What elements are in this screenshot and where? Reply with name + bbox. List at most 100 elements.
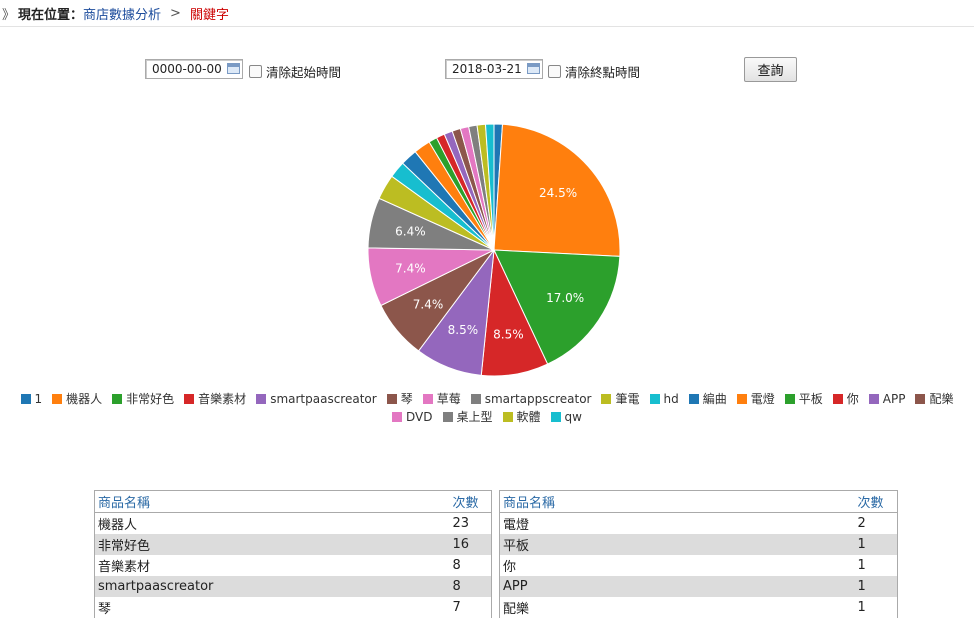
- legend-swatch: [502, 411, 513, 422]
- legend-item[interactable]: 軟體: [502, 408, 541, 425]
- product-name-cell: 琴: [98, 602, 112, 617]
- legend-label: smartappscreator: [484, 391, 592, 406]
- legend-item[interactable]: qw: [550, 408, 582, 425]
- legend-swatch: [392, 411, 403, 422]
- product-name-cell: 平板: [499, 534, 855, 555]
- legend-item[interactable]: smartpaascreator: [256, 390, 377, 407]
- chart-legend: 1 機器人 非常好色 音樂素材 smartpaascreator 琴 草莓 smartapps…: [10, 390, 964, 407]
- legend-label: 電燈: [750, 392, 775, 406]
- count-cell: 1: [857, 558, 866, 573]
- table-row: 你1: [500, 555, 898, 576]
- legend-label: 編曲: [702, 392, 727, 406]
- legend-item[interactable]: 電燈: [736, 390, 775, 407]
- table-row: smartpaascreator 8: [94, 576, 492, 597]
- legend-item[interactable]: 平板: [784, 390, 823, 407]
- legend-item[interactable]: 筆電: [601, 390, 640, 407]
- count-cell: 1: [857, 600, 866, 615]
- pie-slice-label: 7.4%: [413, 298, 444, 312]
- legend-item[interactable]: APP: [868, 390, 906, 407]
- legend-swatch: [784, 393, 795, 404]
- product-name-cell: APP: [499, 576, 855, 597]
- legend-item[interactable]: 機器人: [52, 390, 102, 407]
- legend-label: 軟體: [516, 410, 541, 424]
- legend-label: DVD: [406, 409, 433, 424]
- legend-swatch: [20, 393, 31, 404]
- pie-slice-label: 24.5%: [539, 186, 577, 200]
- legend-swatch: [649, 393, 660, 404]
- chart-legend: DVD 桌上型 軟體 qw: [10, 408, 964, 425]
- count-cell: 2: [857, 516, 866, 531]
- legend-item[interactable]: 你: [832, 390, 859, 407]
- pie-slice-label: 7.4%: [395, 262, 426, 276]
- legend-item[interactable]: 編曲: [688, 390, 727, 407]
- product-name-cell: 你: [503, 560, 517, 575]
- column-header-product-name[interactable]: 商品名稱: [94, 490, 450, 513]
- table-row: 配樂 1: [500, 597, 898, 618]
- legend-swatch: [470, 393, 481, 404]
- legend-swatch: [868, 393, 879, 404]
- product-name-cell: 配樂: [503, 602, 530, 617]
- count-cell: 1: [854, 534, 898, 555]
- column-header-count[interactable]: 次數: [854, 490, 898, 513]
- table-row: 音樂素材 8: [95, 555, 492, 576]
- legend-swatch: [915, 393, 926, 404]
- legend-label: 平板: [798, 392, 823, 406]
- legend-label: smartpaascreator: [270, 391, 377, 406]
- legend-swatch: [184, 393, 195, 404]
- legend-item[interactable]: 桌上型: [442, 408, 493, 425]
- legend-label: 配樂: [929, 392, 954, 406]
- pie-chart: 24.5% 17.0% 8.5% 8.5% 7.4% 7.4% 6.4%: [367, 123, 621, 377]
- legend-swatch: [601, 393, 612, 404]
- legend-item[interactable]: 1: [20, 390, 43, 407]
- pie-slice-label: 8.5%: [493, 327, 524, 341]
- legend-swatch: [832, 393, 843, 404]
- legend-item[interactable]: smartappscreator: [470, 390, 592, 407]
- product-name-cell: smartpaascreator: [94, 576, 450, 597]
- legend-label: qw: [564, 409, 582, 424]
- legend-item[interactable]: 草莓: [422, 390, 461, 407]
- legend-swatch: [52, 393, 63, 404]
- count-cell: 1: [854, 576, 898, 597]
- product-name-cell: 音樂素材: [98, 560, 151, 575]
- table-row: 琴7: [95, 597, 492, 618]
- keyword-table-right: 商品名稱 次數 電燈 2 平板 1 你 1 APP 1 配樂 1: [499, 490, 898, 618]
- legend-label: 草莓: [436, 392, 461, 406]
- count-cell: 16: [449, 534, 492, 555]
- legend-swatch: [256, 393, 267, 404]
- column-header-count[interactable]: 次數: [449, 490, 492, 513]
- legend-swatch: [422, 393, 433, 404]
- legend-item[interactable]: 非常好色: [112, 390, 174, 407]
- legend-label: APP: [882, 391, 906, 406]
- product-name-cell: 非常好色: [94, 534, 450, 555]
- table-row: APP 1: [499, 576, 898, 597]
- legend-item[interactable]: 音樂素材: [184, 390, 246, 407]
- count-cell: 8: [452, 558, 461, 573]
- legend-label: 琴: [400, 392, 413, 406]
- column-header-product-name[interactable]: 商品名稱: [499, 490, 855, 513]
- legend-label: 筆電: [615, 392, 640, 406]
- pie-slice-label: 8.5%: [448, 323, 479, 337]
- legend-label: hd: [663, 391, 679, 406]
- legend-swatch: [736, 393, 747, 404]
- legend-item[interactable]: 琴: [386, 390, 413, 407]
- product-name-cell: 電燈: [503, 518, 530, 533]
- legend-swatch: [442, 411, 453, 422]
- legend-label: 1: [34, 391, 43, 406]
- legend-swatch: [112, 393, 123, 404]
- keyword-table-left: 商品名稱 次數 機器人 23 非常好色 16 音樂素材 8 smartpaascreator…: [94, 490, 492, 618]
- table-row: 機器人 23: [95, 513, 492, 535]
- legend-item[interactable]: hd: [649, 390, 679, 407]
- legend-label: 非常好色: [126, 392, 175, 406]
- legend-item[interactable]: DVD: [392, 408, 433, 425]
- count-cell: 23: [452, 516, 470, 531]
- legend-label: 桌上型: [456, 410, 493, 424]
- table-row: 平板 1: [499, 534, 898, 555]
- legend-swatch: [688, 393, 699, 404]
- legend-swatch: [550, 411, 561, 422]
- legend-label: 音樂素材: [198, 392, 247, 406]
- legend-label: 你: [846, 392, 859, 406]
- count-cell: 7: [452, 600, 461, 615]
- table-row: 非常好色 16: [94, 534, 492, 555]
- legend-item[interactable]: 配樂: [915, 390, 954, 407]
- legend-swatch: [386, 393, 397, 404]
